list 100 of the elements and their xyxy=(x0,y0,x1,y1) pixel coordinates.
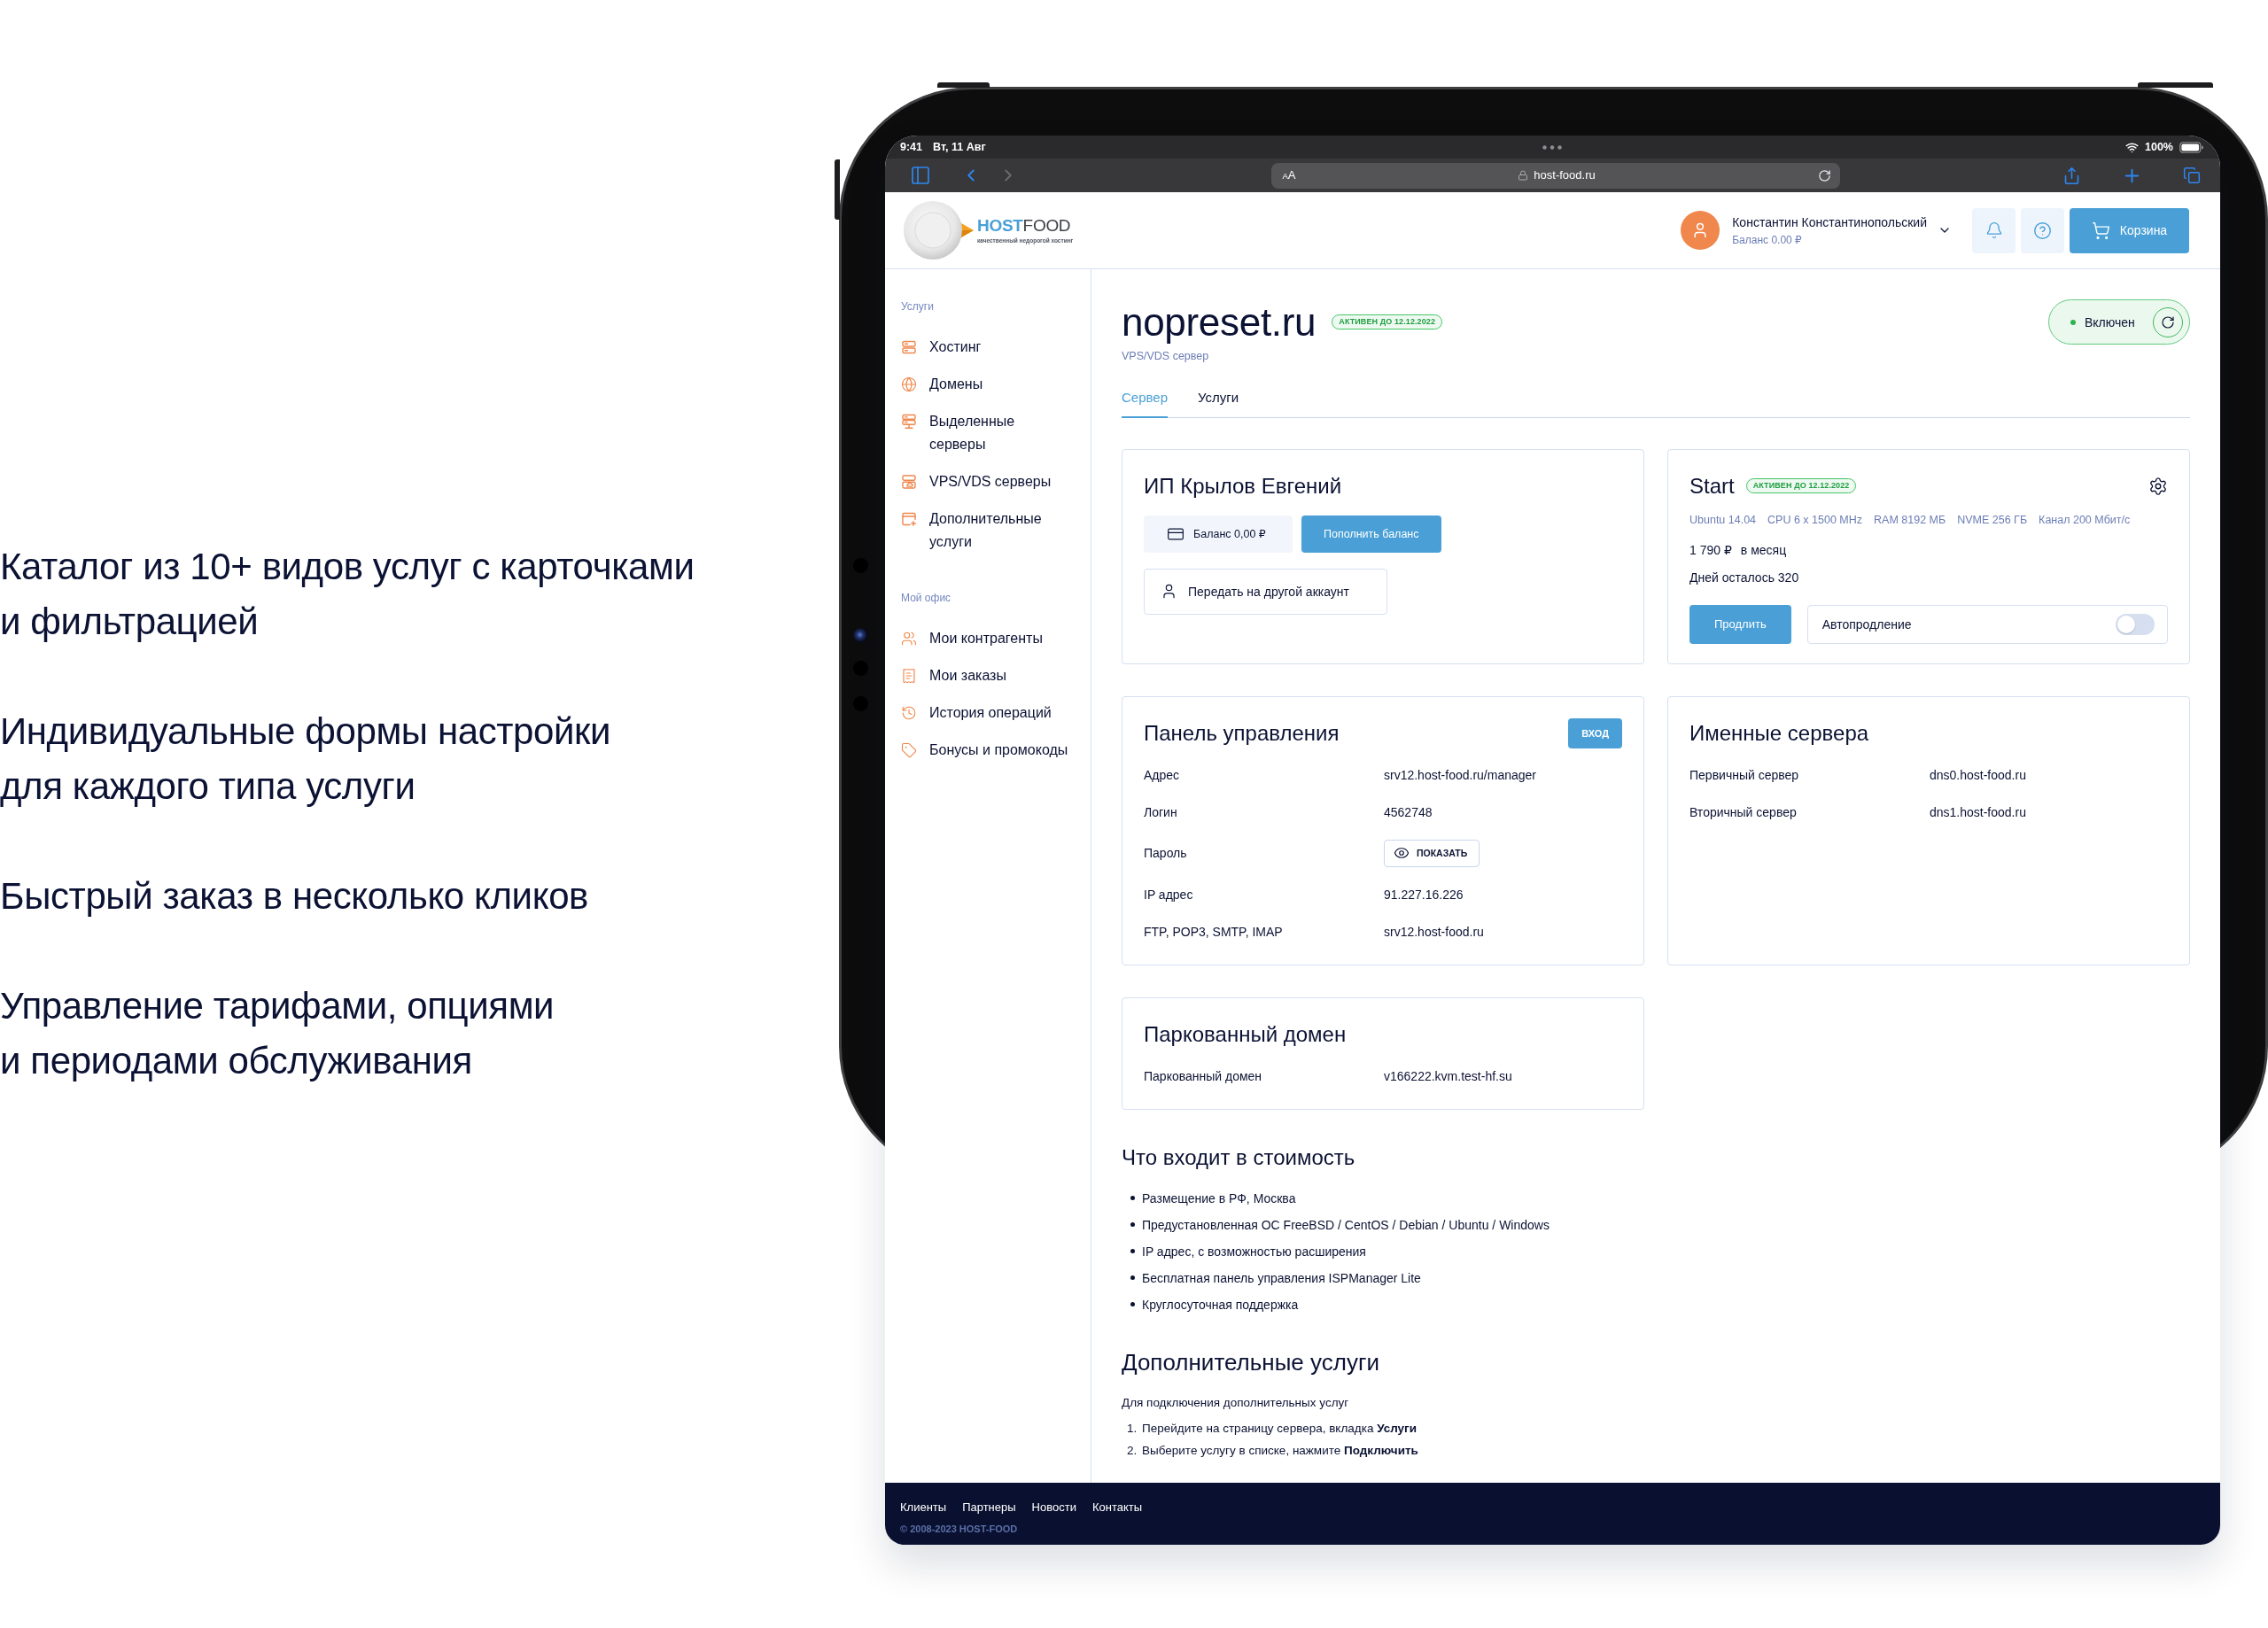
copyright-text: © 2008-2023 HOST-FOOD xyxy=(900,1523,1018,1535)
section-heading: Что входит в стоимость xyxy=(1122,1143,1355,1171)
card-title: ИП Крылов Евгений xyxy=(1144,472,1342,500)
card-title: Start xyxy=(1689,472,1735,500)
globe-icon xyxy=(901,376,917,392)
status-date: Вт, 11 Авг xyxy=(933,140,986,154)
section-heading: Дополнительные услуги xyxy=(1122,1347,1379,1376)
help-button[interactable] xyxy=(2021,207,2064,253)
tariff-spec: CPU 6 x 1500 MHz xyxy=(1767,512,1863,528)
field-label: FTP, POP3, SMTP, IMAP xyxy=(1144,923,1283,941)
field-label: IP адрес xyxy=(1144,886,1193,903)
lock-icon xyxy=(1518,170,1529,181)
bullet-icon xyxy=(1130,1249,1135,1253)
status-badge: АКТИВЕН ДО 12.12.2022 xyxy=(1745,478,1857,493)
footer-link[interactable]: Клиенты xyxy=(900,1500,947,1516)
receipt-icon xyxy=(901,668,917,684)
sidebar-item[interactable]: Домены xyxy=(901,373,983,396)
autorenew-label: Автопродление xyxy=(1821,616,1912,633)
footer-link[interactable]: Контакты xyxy=(1091,1500,1143,1516)
sidebar-section-title: Услуги xyxy=(901,299,934,314)
step-number: 2. xyxy=(1127,1442,1138,1459)
sidebar-item[interactable]: VPS/VDS серверы xyxy=(901,470,1052,493)
user-icon xyxy=(1161,583,1177,600)
sidebar-item[interactable]: Мои контрагенты xyxy=(901,627,1043,650)
field-label: Логин xyxy=(1144,803,1177,821)
bullet-icon xyxy=(1130,1222,1135,1227)
refresh-icon xyxy=(2161,314,2175,329)
sidebar-item[interactable]: Выделенные серверы xyxy=(901,410,1062,456)
list-item-text: Бесплатная панель управления ISPManager Lite xyxy=(1142,1269,1421,1287)
tariff-spec: RAM 8192 МБ xyxy=(1874,512,1946,528)
battery-percent: 100% xyxy=(2145,140,2173,154)
balance-text: Баланс 0,00 ₽ xyxy=(1193,526,1266,541)
field-label: Пароль xyxy=(1144,845,1187,862)
status-time: 9:41 xyxy=(900,140,923,154)
settings-icon[interactable] xyxy=(2148,476,2168,496)
footer-link[interactable]: Партнеры xyxy=(962,1500,1016,1516)
list-item-text: Круглосуточная поддержка xyxy=(1142,1296,1299,1314)
sidebar-item[interactable]: Бонусы и промокоды xyxy=(901,739,1068,762)
sidebar-item[interactable]: История операций xyxy=(901,702,1052,725)
list-item-text: IP адрес, с возможностью расширения xyxy=(1142,1243,1366,1260)
service-type: VPS/VDS сервер xyxy=(1122,349,1209,364)
footer-link[interactable]: Новости xyxy=(1031,1500,1076,1516)
field-label: Первичный сервер xyxy=(1689,766,1799,784)
period-text: в месяц xyxy=(1740,541,1787,559)
bell-icon xyxy=(1984,221,2003,239)
step-text: Перейдите на страницу сервера, вкладка Услуги xyxy=(1142,1420,1418,1437)
field-value: dns0.host-food.ru xyxy=(1930,766,2026,784)
wifi-icon xyxy=(2125,140,2139,154)
price-text: 1 790 ₽ xyxy=(1689,541,1732,559)
step-text: Выберите услугу в списке, нажмите Подключить xyxy=(1142,1442,1418,1459)
step-number: 1. xyxy=(1127,1420,1138,1437)
eye-icon xyxy=(1394,845,1410,861)
field-value: dns1.host-food.ru xyxy=(1930,803,2026,821)
transfer-button[interactable]: Передать на другой аккаунт xyxy=(1144,568,1387,615)
user-name: Константин Константинопольский xyxy=(1732,213,1927,230)
feature-text: Индивидуальные формы настройки для каждого типа услуги xyxy=(0,709,611,809)
users-icon xyxy=(901,631,917,647)
field-label: Вторичный сервер xyxy=(1689,803,1797,821)
bullet-icon xyxy=(1130,1302,1135,1306)
service-title: nopreset.ru xyxy=(1122,299,1317,345)
sidebar-item[interactable]: Мои заказы xyxy=(901,664,1006,687)
sidebar-item[interactable]: Хостинг xyxy=(901,336,982,359)
tab[interactable]: Услуги xyxy=(1198,389,1239,418)
feature-text: Управление тарифами, опциями и периодами обслуживания xyxy=(0,984,555,1083)
field-label: Адрес xyxy=(1144,766,1180,784)
show-password-button[interactable]: ПОКАЗАТЬ xyxy=(1384,839,1480,867)
text-size-button[interactable]: AA xyxy=(1282,167,1296,183)
help-icon xyxy=(2033,221,2052,240)
intro-text: Для подключения дополнительных услуг xyxy=(1122,1394,1349,1411)
sidebar-icon[interactable] xyxy=(910,165,931,186)
status-badge: АКТИВЕН ДО 12.12.2022 xyxy=(1332,314,1443,329)
tabs-icon[interactable] xyxy=(2183,167,2201,184)
sidebar-section-title: Мой офис xyxy=(901,591,951,605)
days-left-text: Дней осталось 320 xyxy=(1689,569,1799,586)
address-bar[interactable]: AA host-food.ru xyxy=(1270,162,1840,189)
bullet-icon xyxy=(1130,1275,1135,1280)
card-title: Именные сервера xyxy=(1689,719,1869,747)
autorenew-toggle[interactable] xyxy=(2116,613,2155,635)
tag-icon xyxy=(901,742,917,758)
server-stand-icon xyxy=(901,414,917,430)
field-label: Паркованный домен xyxy=(1144,1067,1262,1085)
feature-text: Каталог из 10+ видов услуг с карточками и фильтрацией xyxy=(0,545,695,644)
window-plus-icon xyxy=(901,511,917,527)
logo-text: HOSTFOOD xyxy=(977,216,1072,236)
reload-icon[interactable] xyxy=(1817,168,1831,182)
field-value: 4562748 xyxy=(1384,803,1433,821)
battery-icon xyxy=(2179,141,2203,153)
card-title: Панель управления xyxy=(1144,719,1340,747)
user-balance: Баланс 0.00 ₽ xyxy=(1732,233,1803,247)
power-status-label: Включен xyxy=(2085,314,2135,330)
field-value: srv12.host-food.ru/manager xyxy=(1384,766,1536,784)
avatar-icon xyxy=(1681,211,1720,250)
more-dots-icon[interactable] xyxy=(1542,144,1562,150)
plate-logo-icon xyxy=(903,200,975,260)
notifications-button[interactable] xyxy=(1972,207,2016,253)
cloud-server-icon xyxy=(901,474,917,490)
share-icon[interactable] xyxy=(2062,166,2081,185)
sidebar-item[interactable]: Дополнительные услуги xyxy=(901,508,1062,554)
server-icon xyxy=(901,339,917,355)
history-icon xyxy=(901,705,917,721)
